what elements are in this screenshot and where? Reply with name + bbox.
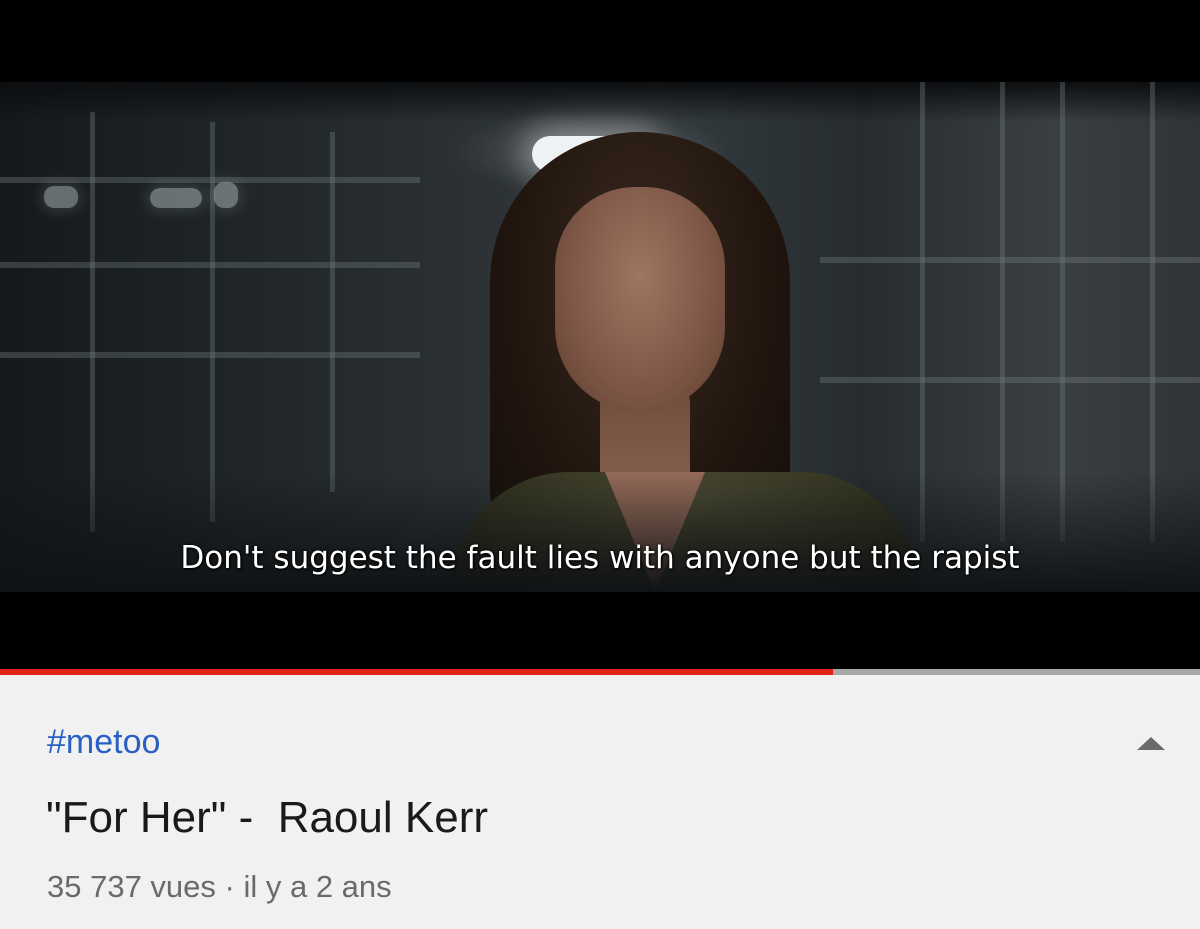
video-watch-page: Don't suggest the fault lies with anyone… bbox=[0, 0, 1200, 929]
video-caption: Don't suggest the fault lies with anyone… bbox=[180, 540, 1020, 576]
video-frame[interactable] bbox=[0, 82, 1200, 592]
collapse-description-button[interactable] bbox=[1126, 725, 1176, 761]
video-view-count-date: 35 737 vues · il y a 2 ans bbox=[47, 869, 392, 904]
hashtag-link[interactable]: #metoo bbox=[47, 723, 160, 762]
video-title: "For Her" - Raoul Kerr bbox=[46, 793, 488, 842]
chevron-up-icon bbox=[1137, 736, 1165, 750]
video-player[interactable]: Don't suggest the fault lies with anyone… bbox=[0, 0, 1200, 669]
video-info-panel: #metoo "For Her" - Raoul Kerr 35 737 vue… bbox=[0, 675, 1200, 929]
